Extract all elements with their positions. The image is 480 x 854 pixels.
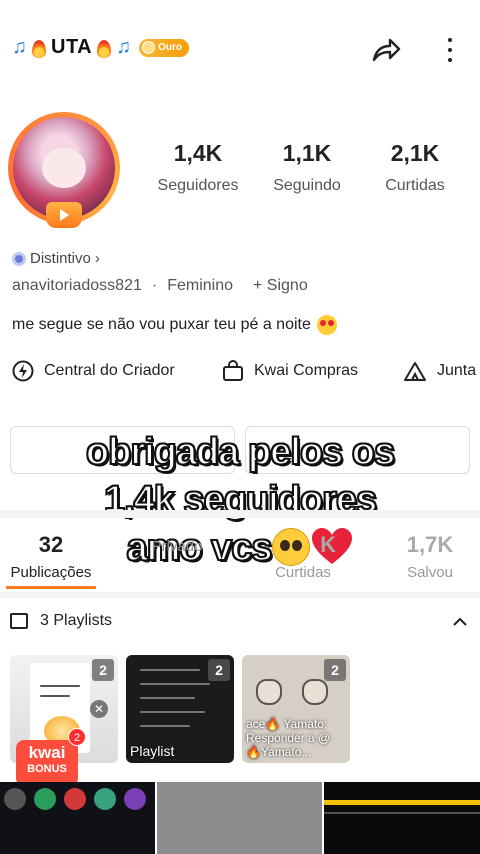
profile-title: ♫ UTA ♫ Ouro — [12, 36, 190, 59]
display-name: UTA — [51, 36, 93, 58]
preview-line — [140, 669, 200, 671]
more-options-icon[interactable] — [440, 34, 460, 66]
separator-dot: · — [151, 277, 158, 294]
bio: me segue se não vou puxar teu pé a noite — [12, 315, 337, 335]
cat-illustration — [256, 679, 282, 705]
tab-salvou[interactable]: 1,7K Salvou — [375, 532, 480, 581]
music-note-icon: ♫ — [116, 36, 132, 58]
username: anavitoriadoss821 — [12, 277, 142, 294]
video-thumbnail[interactable] — [324, 782, 480, 854]
app-icon — [124, 788, 146, 810]
app-icon — [94, 788, 116, 810]
level-badge[interactable]: Ouro — [139, 38, 190, 57]
tab-curtidas-count: K — [320, 532, 336, 557]
followers-label: Seguidores — [157, 177, 239, 194]
video-thumbnail[interactable] — [157, 782, 322, 854]
caption-line-1: obrigada pelos os — [85, 430, 396, 474]
tab-publicacoes[interactable]: 32 Publicações — [0, 532, 106, 581]
stripe — [324, 812, 480, 814]
chevron-right-icon: › — [94, 250, 100, 267]
preview-line — [140, 711, 205, 713]
playlist-name: Playlist — [130, 743, 175, 759]
level-badge-label: Ouro — [158, 42, 183, 53]
user-details: anavitoriadoss821 · Feminino + Signo — [12, 277, 308, 295]
app-icon — [4, 788, 26, 810]
playlist-name: ace🔥 Yamato: Responder a @ 🔥Yamato... — [246, 717, 331, 759]
preview-line — [40, 695, 70, 697]
lightning-icon — [12, 360, 34, 382]
playlist-icon — [10, 613, 28, 629]
add-signo-button[interactable]: + Signo — [253, 277, 308, 295]
tab-salvou-label: Salvou — [407, 564, 453, 581]
following-count: 1,1K — [282, 140, 332, 166]
join-label: Junta — [437, 362, 477, 379]
stat-following[interactable]: 1,1K Seguindo — [252, 140, 362, 195]
distintivo-icon — [12, 251, 26, 266]
playlist-count-badge: 2 — [92, 659, 114, 681]
stripe — [324, 800, 480, 805]
top-bar: ♫ UTA ♫ Ouro — [0, 28, 480, 72]
gender: Feminino — [167, 277, 234, 294]
section-divider — [0, 510, 480, 518]
playlist-count-badge: 2 — [324, 659, 346, 681]
active-tab-indicator — [6, 586, 96, 589]
distintivo-label: Distintivo — [30, 250, 91, 267]
tab-privado[interactable]: Privado — [122, 532, 232, 555]
kwai-bonus-count: 2 — [68, 728, 86, 746]
likes-label: Curtidas — [385, 177, 445, 194]
preview-line — [140, 725, 190, 727]
fire-icon — [31, 37, 47, 59]
tab-publicacoes-count: 32 — [38, 532, 64, 557]
playlists-title: 3 Playlists — [40, 612, 113, 629]
playlist-count-badge: 2 — [208, 659, 230, 681]
likes-count: 2,1K — [390, 140, 440, 166]
tab-privado-label: Privado — [151, 538, 203, 555]
playlists-header[interactable]: 3 Playlists — [10, 612, 112, 630]
video-thumbnail[interactable] — [0, 782, 155, 854]
app-icon — [34, 788, 56, 810]
shopping-bag-icon — [223, 360, 243, 381]
cat-illustration — [302, 679, 328, 705]
creator-center-link[interactable]: Central do Criador — [12, 360, 175, 382]
kwai-shop-link[interactable]: Kwai Compras — [222, 360, 358, 382]
kwai-shop-label: Kwai Compras — [254, 362, 359, 379]
playlist-card-3[interactable]: 2 ace🔥 Yamato: Responder a @ 🔥Yamato... — [242, 655, 350, 763]
close-icon[interactable]: ✕ — [90, 700, 108, 718]
heart-eyes-emoji-icon — [316, 315, 337, 335]
profile-screen: ♫ UTA ♫ Ouro 1,4K Seguidores 1,1K Seguin… — [0, 0, 480, 854]
tab-salvou-count: 1,7K — [406, 532, 454, 557]
music-note-icon: ♫ — [12, 36, 27, 58]
following-label: Seguindo — [273, 177, 341, 194]
tab-curtidas[interactable]: K Curtidas — [248, 532, 358, 581]
preview-line — [140, 683, 210, 685]
live-badge-icon[interactable] — [46, 202, 82, 228]
playlist-card-2[interactable]: 2 Playlist — [126, 655, 234, 763]
share-icon[interactable] — [370, 34, 402, 66]
section-divider — [0, 592, 480, 598]
kwai-bonus-line1: kwai — [28, 743, 66, 762]
bio-text: me segue se não vou puxar teu pé a noite — [12, 316, 311, 333]
preview-line — [40, 685, 80, 687]
stat-likes[interactable]: 2,1K Curtidas — [360, 140, 470, 195]
followers-count: 1,4K — [173, 140, 223, 166]
chevron-up-icon[interactable] — [452, 614, 468, 630]
avatar-face — [42, 148, 86, 188]
tab-publicacoes-label: Publicações — [10, 564, 92, 581]
tab-curtidas-label: Curtidas — [275, 564, 331, 581]
tent-icon — [404, 362, 426, 381]
coin-icon — [142, 41, 156, 54]
preview-line — [140, 697, 195, 699]
kwai-bonus-button[interactable]: kwai BONUS — [16, 740, 78, 786]
kwai-bonus-line2: BONUS — [27, 763, 67, 775]
app-icon — [64, 788, 86, 810]
stat-followers[interactable]: 1,4K Seguidores — [143, 140, 253, 195]
join-link[interactable]: Junta — [403, 360, 476, 382]
creator-center-label: Central do Criador — [44, 362, 175, 379]
distintivo-link[interactable]: Distintivo › — [12, 250, 100, 267]
fire-icon — [96, 37, 112, 59]
